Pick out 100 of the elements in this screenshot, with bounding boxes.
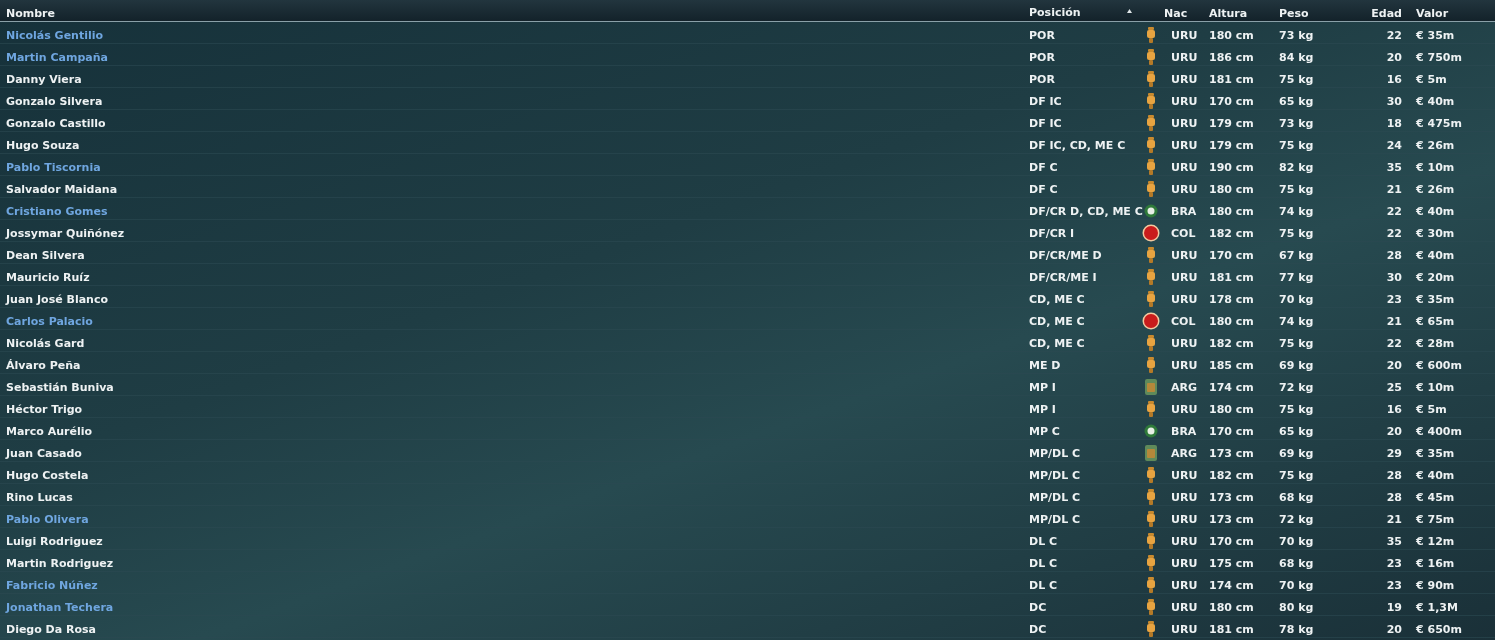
position-text: CD, ME C [1029,315,1085,328]
value-text: € 30m [1416,227,1455,240]
column-header[interactable]: Nac [1164,7,1188,20]
age-text: 20 [1386,425,1402,438]
trophy-icon [1146,70,1156,87]
height-text: 170 cm [1209,95,1254,108]
player-row[interactable]: Dean Silvera DF/CR/ME D URU 170 cm 67 kg 28 € 40m [0,242,1495,264]
value-text: € 1,3M [1416,601,1458,614]
player-row[interactable]: Juan Casado MP/DL C ARG 173 cm 69 kg 29 € 35m [0,440,1495,462]
column-header[interactable]: Valor [1416,7,1449,20]
value-text: € 40m [1416,95,1455,108]
age-text: 24 [1386,139,1402,152]
height-text: 180 cm [1209,601,1254,614]
player-row[interactable]: Nicolás Gard CD, ME C URU 182 cm 75 kg 22 € 28m [0,330,1495,352]
trophy-icon [1146,114,1156,131]
player-row[interactable]: Danny Viera POR URU 181 cm 75 kg 16 € 5m [0,66,1495,88]
nationality-text: URU [1171,491,1198,504]
position-text: MP/DL C [1029,447,1081,460]
weight-text: 74 kg [1279,205,1314,218]
player-row[interactable]: Marco Aurélio MP C BRA 170 cm 65 kg 20 € 400m [0,418,1495,440]
height-text: 179 cm [1209,117,1254,130]
trophy-icon [1146,268,1156,285]
position-text: POR [1029,29,1055,42]
position-text: DF/CR D, CD, ME C [1029,205,1143,218]
nationality-text: URU [1171,73,1198,86]
player-row[interactable]: Gonzalo Castillo DF IC URU 179 cm 73 kg 18 € 475m [0,110,1495,132]
player-name: Nicolás Gard [6,337,85,350]
height-text: 180 cm [1209,315,1254,328]
player-row[interactable]: Sebastián Buniva MP I ARG 174 cm 72 kg 25 € 10m [0,374,1495,396]
age-text: 16 [1386,73,1402,86]
position-text: DL C [1029,557,1058,570]
player-row[interactable]: Jonathan Techera DC URU 180 cm 80 kg 19 € 1,3M [0,594,1495,616]
player-row[interactable]: Salvador Maidana DF C URU 180 cm 75 kg 21 € 26m [0,176,1495,198]
position-text: DF/CR/ME D [1029,249,1102,262]
height-text: 190 cm [1209,161,1254,174]
weight-text: 67 kg [1279,249,1314,262]
player-row[interactable]: Fabricio Núñez DL C URU 174 cm 70 kg 23 € 90m [0,572,1495,594]
column-header[interactable]: Edad [1371,7,1402,20]
player-name: Luigi Rodriguez [6,535,103,548]
player-row[interactable]: Jossymar Quiñónez DF/CR I COL 182 cm 75 kg 22 € 30m [0,220,1495,242]
position-text: MP/DL C [1029,469,1081,482]
column-header[interactable]: Posición [1029,1,1081,24]
player-row[interactable]: Hugo Costela MP/DL C URU 182 cm 75 kg 28 € 40m [0,462,1495,484]
nationality-text: URU [1171,293,1198,306]
age-text: 30 [1386,95,1402,108]
column-header[interactable]: Nombre [6,7,55,20]
player-name: Sebastián Buniva [6,381,114,394]
position-text: MP I [1029,381,1056,394]
height-text: 186 cm [1209,51,1254,64]
position-text: MP C [1029,425,1060,438]
player-name: Fabricio Núñez [6,579,98,592]
trophy-icon [1146,554,1156,571]
height-text: 180 cm [1209,183,1254,196]
trophy-icon [1146,488,1156,505]
player-name: Gonzalo Castillo [6,117,106,130]
position-text: DF IC, CD, ME C [1029,139,1126,152]
player-row[interactable]: Nicolás Gentilio POR URU 180 cm 73 kg 22 € 35m [0,22,1495,44]
age-text: 16 [1386,403,1402,416]
position-text: DF C [1029,183,1058,196]
player-row[interactable]: Hugo Souza DF IC, CD, ME C URU 179 cm 75 kg 24 € 26m [0,132,1495,154]
player-row[interactable]: Gonzalo Silvera DF IC URU 170 cm 65 kg 30 € 40m [0,88,1495,110]
trophy-icon [1146,356,1156,373]
value-text: € 35m [1416,293,1455,306]
trophy-icon [1146,532,1156,549]
weight-text: 70 kg [1279,293,1314,306]
weight-text: 74 kg [1279,315,1314,328]
player-row[interactable]: Cristiano Gomes DF/CR D, CD, ME C BRA 180 cm 74 kg 22 € 40m [0,198,1495,220]
trophy-icon [1146,576,1156,593]
player-row[interactable]: Pablo Olivera MP/DL C URU 173 cm 72 kg 21 € 75m [0,506,1495,528]
player-row[interactable]: Martin Campaña POR URU 186 cm 84 kg 20 € 750m [0,44,1495,66]
player-row[interactable]: Álvaro Peña ME D URU 185 cm 69 kg 20 € 600m [0,352,1495,374]
column-header[interactable]: Peso [1279,7,1309,20]
weight-text: 80 kg [1279,601,1314,614]
player-name: Juan José Blanco [6,293,108,306]
player-row[interactable]: Martin Rodriguez DL C URU 175 cm 68 kg 23 € 16m [0,550,1495,572]
value-text: € 12m [1416,535,1455,548]
weight-text: 75 kg [1279,139,1314,152]
player-row[interactable]: Rino Lucas MP/DL C URU 173 cm 68 kg 28 € 45m [0,484,1495,506]
height-text: 180 cm [1209,403,1254,416]
player-row[interactable]: Mauricio Ruíz DF/CR/ME I URU 181 cm 77 kg 30 € 20m [0,264,1495,286]
age-text: 28 [1386,469,1402,482]
age-text: 22 [1386,205,1402,218]
nationality-text: ARG [1171,381,1197,394]
nationality-text: URU [1171,579,1198,592]
player-row[interactable]: Luigi Rodriguez DL C URU 170 cm 70 kg 35 € 12m [0,528,1495,550]
trophy-icon [1146,158,1156,175]
player-row[interactable]: Héctor Trigo MP I URU 180 cm 75 kg 16 € 5m [0,396,1495,418]
nationality-text: URU [1171,161,1198,174]
nationality-text: URU [1171,51,1198,64]
trophy-icon [1146,26,1156,43]
player-row[interactable]: Carlos Palacio CD, ME C COL 180 cm 74 kg 21 € 65m [0,308,1495,330]
player-name: Martin Rodriguez [6,557,114,570]
column-header[interactable]: Altura [1209,7,1248,20]
player-row[interactable]: Juan José Blanco CD, ME C URU 178 cm 70 kg 23 € 35m [0,286,1495,308]
player-row[interactable]: Diego Da Rosa DC URU 181 cm 78 kg 20 € 650m [0,616,1495,638]
player-name: Salvador Maidana [6,183,118,196]
player-name: Martin Campaña [6,51,108,64]
height-text: 175 cm [1209,557,1254,570]
player-row[interactable]: Pablo Tiscornia DF C URU 190 cm 82 kg 35 € 10m [0,154,1495,176]
weight-text: 84 kg [1279,51,1314,64]
